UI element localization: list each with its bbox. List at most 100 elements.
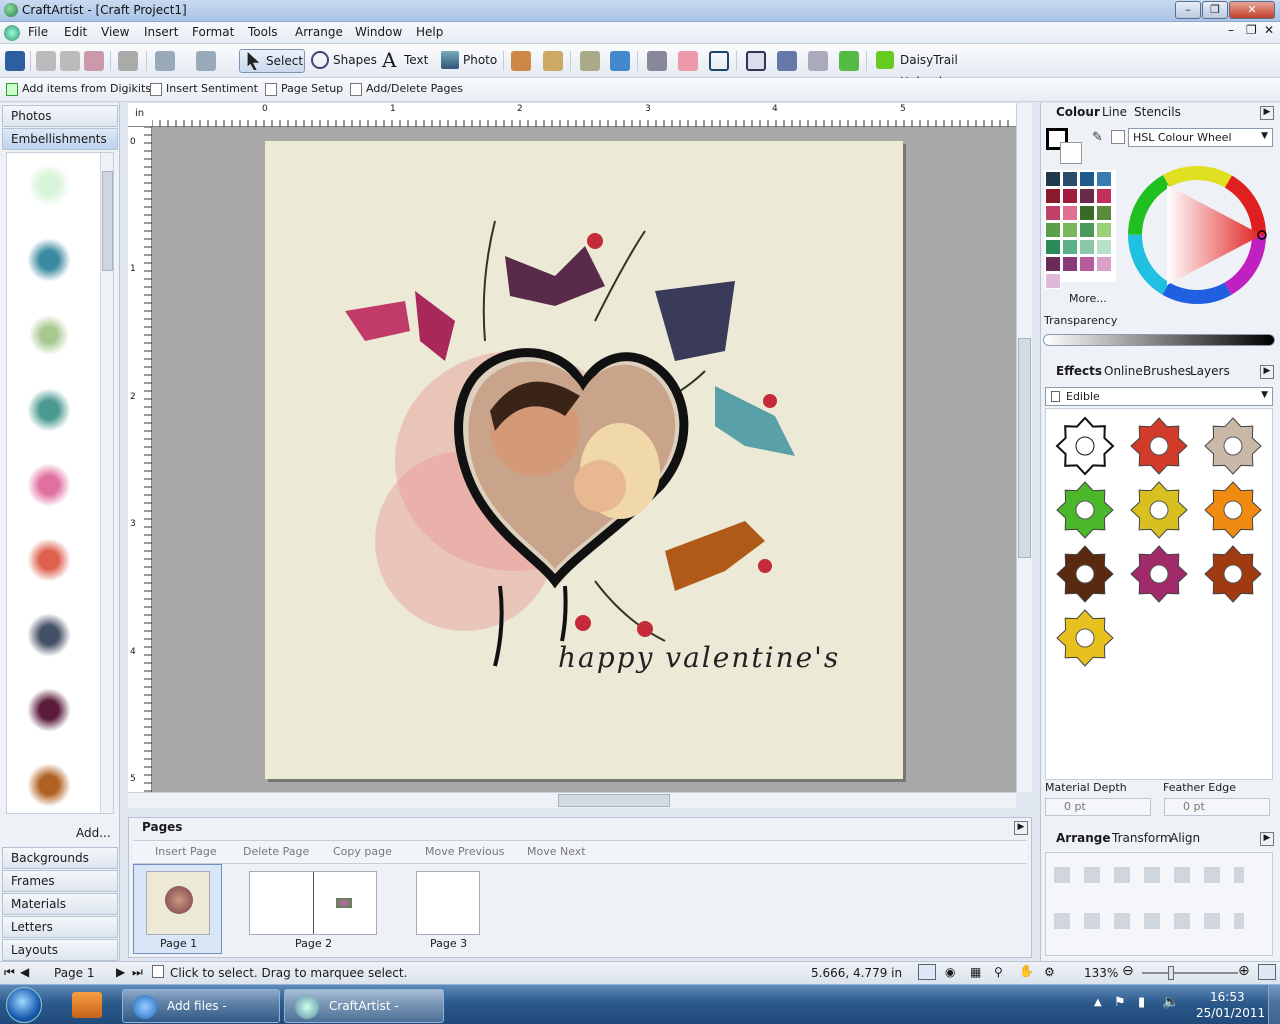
goblet-icon[interactable] [808, 51, 828, 71]
workspace-hscroll[interactable] [128, 792, 1016, 808]
frame-icon[interactable] [746, 51, 766, 71]
zoom-tool-icon[interactable]: ⚙ [1044, 965, 1055, 979]
hscroll-thumb[interactable] [558, 794, 670, 807]
eye-icon[interactable]: ◉ [945, 965, 955, 979]
add-items-button[interactable]: Add items from Digikits [4, 82, 151, 96]
eraser-icon[interactable] [678, 51, 698, 71]
menu-help[interactable]: Help [416, 25, 443, 39]
doc-icon[interactable] [4, 25, 20, 41]
page-thumbnail[interactable] [249, 871, 377, 935]
media-player-icon[interactable] [72, 992, 102, 1018]
effect-preset[interactable] [1128, 479, 1190, 541]
doc-minimize-button[interactable]: – [1228, 23, 1234, 37]
feather-edge-input[interactable]: 0 pt [1164, 798, 1270, 816]
effect-preset[interactable] [1128, 543, 1190, 605]
brush-icon[interactable] [511, 51, 531, 71]
material-depth-input[interactable]: 0 pt [1045, 798, 1151, 816]
caption-text[interactable]: happy valentine's [558, 641, 840, 674]
tab-layouts[interactable]: Layouts [2, 939, 118, 961]
scroll-thumb[interactable] [102, 171, 113, 271]
cut-icon[interactable] [36, 51, 56, 71]
effect-preset[interactable] [1202, 415, 1264, 477]
pan-hand-icon[interactable]: ✋ [1019, 964, 1034, 978]
zoom-in-icon[interactable]: ⊕ [1238, 963, 1250, 979]
embellishment-item[interactable] [27, 163, 71, 207]
colour-swatch[interactable] [1079, 188, 1095, 204]
craft-page[interactable]: happy valentine's [265, 141, 903, 779]
delete-page-button[interactable]: Delete Page [243, 845, 309, 858]
page-thumbnail[interactable] [146, 871, 210, 935]
move-previous-button[interactable]: Move Previous [425, 845, 504, 858]
photo-tool-button[interactable]: Photo [437, 49, 497, 73]
page-setup-button[interactable]: Page Setup [263, 82, 343, 96]
workspace-vscroll[interactable] [1016, 103, 1032, 792]
colour-swatch[interactable] [1062, 171, 1078, 187]
colour-swatch[interactable] [1096, 239, 1112, 255]
menu-window[interactable]: Window [355, 25, 402, 39]
tab-arrange[interactable]: Arrange [1056, 831, 1111, 845]
copy-page-button[interactable]: Copy page [333, 845, 392, 858]
crop-icon[interactable] [709, 51, 729, 71]
effects-category-select[interactable]: Edible ▼ [1045, 387, 1273, 406]
pen-icon[interactable] [580, 51, 600, 71]
fill-icon[interactable] [777, 51, 797, 71]
hsl-colour-wheel[interactable] [1122, 160, 1272, 310]
zoom-slider-thumb[interactable] [1168, 966, 1174, 980]
effect-preset[interactable] [1054, 543, 1116, 605]
tab-letters[interactable]: Letters [2, 916, 118, 938]
colour-swatch[interactable] [1096, 205, 1112, 221]
tab-online[interactable]: Online [1104, 364, 1143, 378]
embellishment-item[interactable] [27, 538, 71, 582]
insert-sentiment-button[interactable]: Insert Sentiment [148, 82, 258, 96]
volume-icon[interactable]: 🔈 [1162, 994, 1179, 1010]
embellishment-item[interactable] [27, 238, 71, 282]
colour-swatch[interactable] [1045, 205, 1061, 221]
network-icon[interactable]: ▮ [1138, 995, 1145, 1010]
restore-button[interactable]: ❐ [1202, 1, 1228, 19]
flag-icon[interactable]: ⚑ [1114, 995, 1126, 1010]
effect-preset[interactable] [1202, 543, 1264, 605]
no-fill-checkbox[interactable] [1111, 130, 1125, 144]
menu-view[interactable]: View [101, 25, 129, 39]
tab-layers[interactable]: Layers [1190, 364, 1230, 378]
gallery-scrollbar[interactable] [100, 153, 113, 813]
tab-effects[interactable]: Effects [1056, 364, 1102, 378]
colour-swatch[interactable] [1096, 256, 1112, 272]
doc-restore-button[interactable]: ❐ [1246, 23, 1257, 37]
fill-colour-swatch[interactable] [1060, 142, 1082, 164]
format-painter-icon[interactable] [118, 51, 138, 71]
tab-stencils[interactable]: Stencils [1134, 105, 1181, 119]
tab-embellishments[interactable]: Embellishments [2, 128, 118, 150]
effect-preset[interactable] [1202, 479, 1264, 541]
colour-swatch[interactable] [1079, 205, 1095, 221]
fit-page-icon[interactable] [1258, 964, 1276, 980]
clock-date[interactable]: 25/01/2011 [1196, 1006, 1265, 1020]
more-colours-link[interactable]: More... [1069, 292, 1107, 305]
page-thumbnail[interactable] [416, 871, 480, 935]
save-icon[interactable] [5, 51, 25, 71]
tab-backgrounds[interactable]: Backgrounds [2, 847, 118, 869]
effect-preset[interactable] [1128, 415, 1190, 477]
effect-preset[interactable] [1054, 607, 1116, 669]
tab-transform[interactable]: Transform [1112, 831, 1172, 845]
embellishment-item[interactable] [27, 388, 71, 432]
colour-swatch[interactable] [1062, 222, 1078, 238]
menu-format[interactable]: Format [192, 25, 234, 39]
tab-align[interactable]: Align [1170, 831, 1200, 845]
colour-swatch[interactable] [1096, 222, 1112, 238]
paint-brush-icon[interactable] [543, 51, 563, 71]
zoom-slider[interactable] [1142, 966, 1238, 980]
effect-preset[interactable] [1054, 479, 1116, 541]
menu-arrange[interactable]: Arrange [295, 25, 343, 39]
show-desktop-button[interactable] [1268, 985, 1280, 1024]
embellishment-item[interactable] [27, 313, 71, 357]
start-button[interactable] [6, 987, 42, 1023]
colour-swatch[interactable] [1045, 273, 1061, 289]
zoom-out-icon[interactable]: ⊖ [1122, 963, 1134, 979]
zoom-icon[interactable]: ⚲ [994, 965, 1003, 979]
minimize-button[interactable]: – [1175, 1, 1201, 19]
taskbar-item-explorer[interactable]: Add files - Windo... [122, 989, 280, 1023]
embellishment-item[interactable] [27, 688, 71, 732]
panel-menu-icon[interactable]: ▶ [1014, 821, 1028, 835]
colour-swatch[interactable] [1096, 188, 1112, 204]
